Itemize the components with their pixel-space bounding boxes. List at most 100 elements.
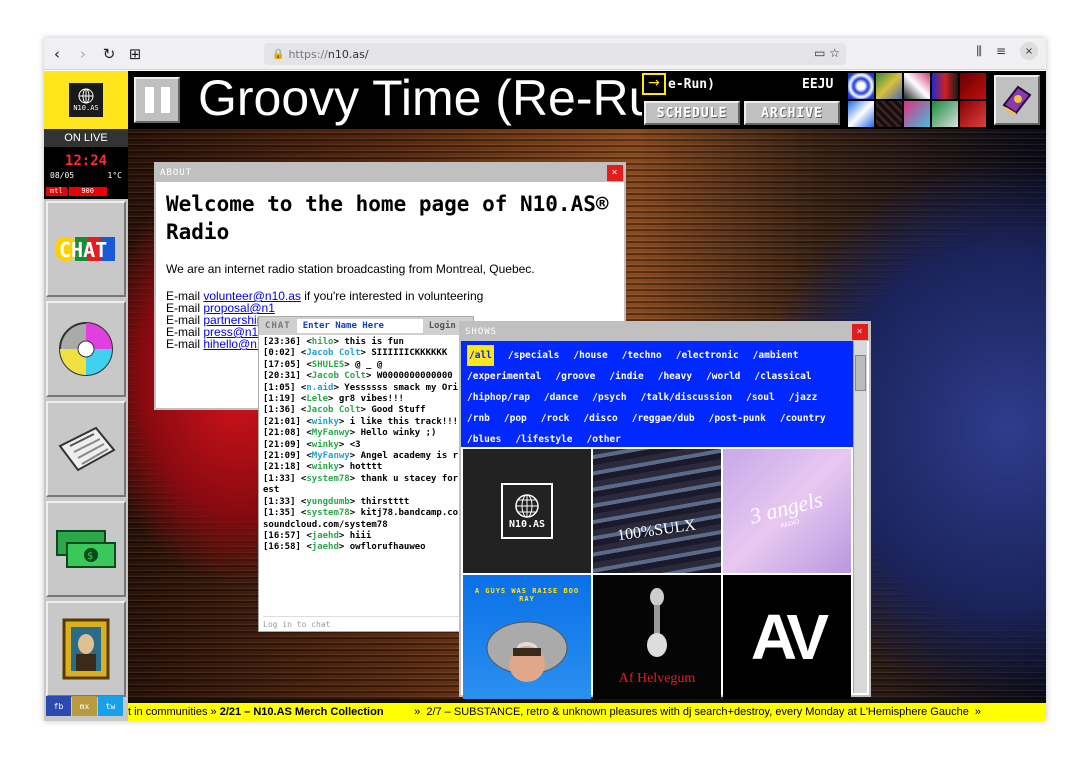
genre-filter-lifestyle[interactable]: /lifestyle (515, 429, 572, 450)
genre-filter-rock[interactable]: /rock (541, 408, 570, 429)
shows-nav-button[interactable] (46, 301, 126, 397)
genre-filter-world[interactable]: /world (706, 366, 740, 387)
show-tile-af-helvegum[interactable]: Af Helvegum (593, 575, 721, 699)
genre-filter-rnb[interactable]: /rnb (467, 408, 490, 429)
show-tile-sulx[interactable]: 100%SULX (593, 449, 721, 573)
genre-filter-dance[interactable]: /dance (544, 387, 578, 408)
genre-filter-hiphop-rap[interactable]: /hiphop/rap (467, 387, 530, 408)
genre-filter-soul[interactable]: /soul (746, 387, 775, 408)
chat-login-prompt[interactable]: Log in to chat (263, 616, 469, 629)
chat-message-user[interactable]: n.aid (306, 383, 333, 393)
genre-filter-country[interactable]: /country (780, 408, 826, 429)
merch-nav-button[interactable]: $ (46, 501, 126, 597)
genre-filter-classical[interactable]: /classical (754, 366, 811, 387)
close-icon[interactable]: × (607, 165, 623, 181)
genre-filter-psych[interactable]: /psych (592, 387, 626, 408)
genre-filter-blues[interactable]: /blues (467, 429, 501, 450)
genre-filter-indie[interactable]: /indie (609, 366, 643, 387)
show-tile-av[interactable]: AV (723, 575, 851, 699)
menu-icon[interactable]: ≡ (996, 44, 1006, 58)
archive-button[interactable]: ARCHIVE (744, 101, 840, 125)
book-button[interactable] (994, 75, 1040, 125)
facebook-link[interactable]: fb (46, 696, 71, 716)
show-tile-n10as[interactable]: N10.AS (463, 449, 591, 573)
genre-filter-techno[interactable]: /techno (622, 345, 662, 366)
library-icon[interactable]: ⫼ (976, 44, 982, 59)
chat-message-time: [21:09] (263, 451, 301, 462)
news-nav-button[interactable] (46, 401, 126, 497)
url-bar[interactable]: 🔒 https:// n10.as/ ▭ ☆ (264, 43, 846, 65)
chat-message-user[interactable]: winky (312, 417, 339, 427)
chat-message-user[interactable]: hilo (312, 337, 334, 347)
about-titlebar[interactable]: ABOUT × (156, 164, 624, 182)
close-icon[interactable]: × (852, 324, 868, 340)
chat-message-user[interactable]: winky (312, 440, 339, 450)
back-icon[interactable]: ‹ (44, 41, 70, 67)
chat-nav-button[interactable]: CHAT (46, 201, 126, 297)
genre-filter-ambient[interactable]: /ambient (753, 345, 799, 366)
chat-message-user[interactable]: winky (312, 462, 339, 472)
chat-message-user[interactable]: SHULES (312, 360, 345, 370)
chat-name-input[interactable]: Enter Name Here (296, 319, 423, 333)
globe-icon: N10.AS (69, 83, 103, 117)
close-window-icon[interactable]: × (1020, 42, 1038, 60)
genre-filter-pop[interactable]: /pop (504, 408, 527, 429)
genre-filter-experimental[interactable]: /experimental (467, 366, 541, 387)
about-window-title: ABOUT (160, 168, 193, 178)
thumb-figure[interactable] (904, 73, 930, 99)
station-logo[interactable]: N10.AS (44, 71, 128, 129)
forward-icon[interactable]: › (70, 41, 96, 67)
chat-icon: CHAT (55, 237, 115, 262)
thumb-flags[interactable] (932, 73, 958, 99)
thumb-red[interactable] (960, 73, 986, 99)
thumb-dark[interactable] (876, 101, 902, 127)
genre-filter-reggae-dub[interactable]: /reggae/dub (632, 408, 695, 429)
genre-filter-talk-discussion[interactable]: /talk/discussion (641, 387, 733, 408)
chat-message-user[interactable]: MyFanwy (312, 451, 350, 461)
ticker-item-bold[interactable]: 2/21 – N10.AS Merch Collection (220, 706, 384, 718)
chat-login-button[interactable]: Login (429, 321, 456, 331)
chat-message-user[interactable]: MyFanwy (312, 428, 350, 438)
genre-filter-electronic[interactable]: /electronic (676, 345, 739, 366)
genre-filter-disco[interactable]: /disco (583, 408, 617, 429)
pause-button[interactable] (134, 77, 180, 123)
arrow-right-icon[interactable]: → (642, 73, 666, 95)
shows-titlebar[interactable]: SHOWS × (461, 323, 869, 341)
gallery-nav-button[interactable] (46, 601, 126, 697)
thumb-green[interactable] (932, 101, 958, 127)
reload-icon[interactable]: ↻ (96, 41, 122, 67)
chat-message-user[interactable]: jaehd (312, 542, 339, 552)
genre-filter-all[interactable]: /all (467, 345, 494, 366)
thumb-arrow[interactable] (848, 101, 874, 127)
genre-filter-house[interactable]: /house (573, 345, 607, 366)
chat-message: [20:31] <Jacob Colt> W0000000000000 (263, 371, 453, 382)
chat-message-user[interactable]: system78 (306, 508, 349, 518)
thumb-crimson[interactable] (960, 101, 986, 127)
chat-message-user[interactable]: Jacob Colt (312, 371, 366, 381)
show-tile-guys[interactable]: A GUYS WAS RAISE BOO RAY (463, 575, 591, 699)
schedule-button[interactable]: SCHEDULE (644, 101, 740, 125)
chat-message-user[interactable]: jaehd (312, 531, 339, 541)
mixcloud-link[interactable]: mx (72, 696, 97, 716)
chat-message-user[interactable]: Lele (306, 394, 328, 404)
thumb-target[interactable] (848, 73, 874, 99)
chat-message-user[interactable]: system78 (306, 474, 349, 484)
twitter-link[interactable]: tw (98, 696, 123, 716)
genre-filter-post-punk[interactable]: /post-punk (709, 408, 766, 429)
chat-message-user[interactable]: Jacob Colt (306, 405, 360, 415)
genre-filter-heavy[interactable]: /heavy (658, 366, 692, 387)
news-ticker[interactable]: t in communities » 2/21 – N10.AS Merch C… (128, 703, 1046, 721)
show-tile-3angels[interactable]: 3 angels RADIO (723, 449, 851, 573)
genre-filter-other[interactable]: /other (587, 429, 621, 450)
scroll-thumb[interactable] (855, 355, 866, 391)
new-tab-icon[interactable]: ⊞ (122, 41, 148, 67)
bookmark-star-icon[interactable]: ▭ ☆ (814, 46, 840, 60)
thumb-pink[interactable] (904, 101, 930, 127)
genre-filter-specials[interactable]: /specials (508, 345, 559, 366)
shows-scrollbar[interactable] (853, 341, 867, 693)
chat-message-user[interactable]: Jacob Colt (306, 348, 360, 358)
genre-filter-groove[interactable]: /groove (555, 366, 595, 387)
genre-filter-jazz[interactable]: /jazz (789, 387, 818, 408)
thumb-landscape[interactable] (876, 73, 902, 99)
chat-message-user[interactable]: yungdumb (306, 497, 349, 507)
